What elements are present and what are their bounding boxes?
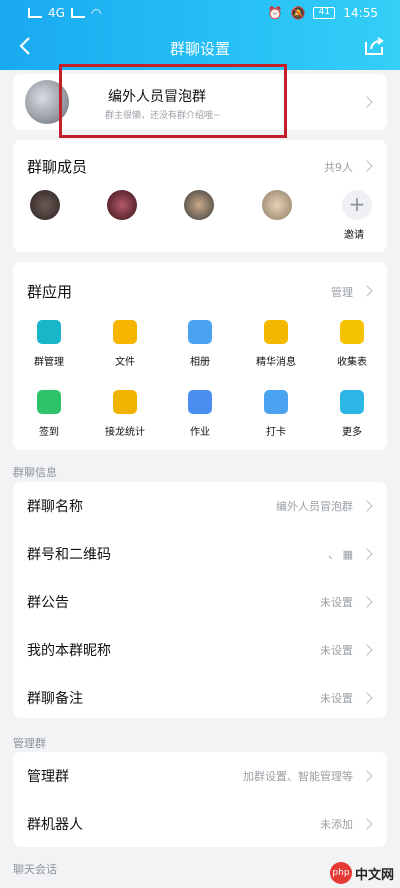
punch-icon (264, 390, 288, 414)
row-value: 未设置 (320, 692, 353, 705)
app-label: 精华消息 (256, 357, 296, 368)
alarm-icon: ⏰ (267, 6, 283, 20)
invite-label: 邀请 (344, 230, 364, 241)
row-label: 我的本群昵称 (27, 643, 111, 659)
app-item[interactable]: 更多 (322, 390, 382, 438)
settings-row[interactable]: 群机器人 未添加 (13, 800, 387, 848)
member-avatar[interactable] (107, 190, 137, 220)
row-label: 群号和二维码 (27, 547, 111, 563)
row-value: 未设置 (320, 644, 353, 657)
chevron-right-icon (361, 160, 373, 172)
network-type: 4G (48, 6, 65, 20)
app-label: 更多 (342, 427, 362, 438)
settings-row[interactable]: 群聊名称 编外人员冒泡群 (13, 482, 387, 530)
row-label: 群机器人 (27, 817, 83, 833)
section-label-info: 群聊信息 (13, 466, 57, 479)
members-title: 群聊成员 (27, 158, 88, 176)
group-apps-card: 群应用 管理 群管理 文件 相册 精华消息 收集表签到 接龙统计 作业 打卡 更多 (13, 262, 387, 450)
signal-icon (70, 8, 85, 18)
chevron-right-icon (361, 644, 373, 656)
row-value: 未设置 (320, 596, 353, 609)
app-item[interactable]: 作业 (170, 390, 230, 438)
manage-group-card: 管理群 加群设置、智能管理等群机器人 未添加 (13, 752, 387, 847)
member-avatar[interactable] (262, 190, 292, 220)
section-label-manage: 管理群 (13, 737, 46, 750)
app-label: 打卡 (266, 427, 286, 438)
row-label: 管理群 (27, 769, 69, 785)
row-label: 群聊备注 (27, 691, 83, 707)
folder-icon (113, 320, 137, 344)
chevron-right-icon (361, 548, 373, 560)
apps-title: 群应用 (27, 283, 73, 301)
chevron-right-icon (361, 285, 373, 297)
section-label-chat: 聊天会话 (13, 863, 57, 876)
more-icon (340, 390, 364, 414)
status-bar: 4G ◠ ⏰ 🔕 41 14:55 (0, 0, 400, 28)
wifi-icon: ◠ (90, 6, 102, 20)
album-icon (188, 320, 212, 344)
header: 4G ◠ ⏰ 🔕 41 14:55 群聊设置 (0, 0, 400, 70)
group-info-card: 群聊名称 编外人员冒泡群 群号和二维码、 ▦ 群公告 未设置 我的本群昵称 未设置 群聊备注未… (13, 482, 387, 718)
app-label: 收集表 (337, 357, 367, 368)
highlight-box (59, 64, 287, 138)
chevron-right-icon (361, 692, 373, 704)
app-label: 相册 (190, 357, 210, 368)
chevron-right-icon (361, 770, 373, 782)
chevron-right-icon (361, 96, 373, 108)
clock: 14:55 (343, 6, 378, 20)
chevron-right-icon (361, 500, 373, 512)
apps-manage-link[interactable]: 管理 (331, 284, 353, 300)
app-item[interactable]: 签到 (19, 390, 79, 438)
app-item[interactable]: 接龙统计 (95, 390, 155, 438)
app-item[interactable]: 精华消息 (246, 320, 306, 368)
app-item[interactable]: 打卡 (246, 390, 306, 438)
app-item[interactable]: 群管理 (19, 320, 79, 368)
share-icon[interactable] (362, 34, 386, 58)
invite-plus-icon[interactable]: + (342, 190, 372, 220)
row-value: 加群设置、智能管理等 (243, 770, 353, 783)
app-label: 签到 (39, 427, 59, 438)
app-label: 接龙统计 (105, 427, 145, 438)
relay-icon (113, 390, 137, 414)
checkin-icon (37, 390, 61, 414)
group-manage-icon (37, 320, 61, 344)
row-value: 编外人员冒泡群 (276, 500, 353, 513)
battery-icon: 41 (313, 7, 336, 19)
homework-icon (188, 390, 212, 414)
php-logo-icon: php (329, 862, 352, 884)
mute-icon: 🔕 (290, 6, 306, 20)
member-avatar[interactable] (184, 190, 214, 220)
row-label: 群公告 (27, 595, 69, 611)
signal-icon (28, 8, 42, 18)
watermark-text: 中文网 (354, 867, 394, 883)
row-value: 、 ▦ (328, 548, 353, 561)
watermark: php 中文网 (329, 862, 394, 884)
settings-row[interactable]: 群公告 未设置 (13, 578, 387, 626)
row-value: 未添加 (320, 818, 353, 831)
members-count[interactable]: 共9人 (324, 159, 353, 175)
members-card: 群聊成员 共9人 + 邀请 (13, 140, 387, 252)
app-label: 作业 (190, 427, 210, 438)
chevron-right-icon (361, 596, 373, 608)
member-avatar[interactable] (30, 190, 60, 220)
chevron-right-icon (361, 818, 373, 830)
settings-row[interactable]: 群聊备注 未设置 (13, 674, 387, 722)
settings-row[interactable]: 群号和二维码 、 ▦ (13, 530, 387, 578)
app-item[interactable]: 相册 (170, 320, 230, 368)
page-title: 群聊设置 (169, 40, 230, 58)
app-item[interactable]: 文件 (95, 320, 155, 368)
form-icon (340, 320, 364, 344)
settings-row[interactable]: 管理群 加群设置、智能管理等 (13, 752, 387, 800)
row-label: 群聊名称 (27, 499, 83, 515)
app-item[interactable]: 收集表 (322, 320, 382, 368)
app-label: 群管理 (34, 357, 64, 368)
settings-row[interactable]: 我的本群昵称 未设置 (13, 626, 387, 674)
essence-icon (264, 320, 288, 344)
app-label: 文件 (115, 357, 135, 368)
